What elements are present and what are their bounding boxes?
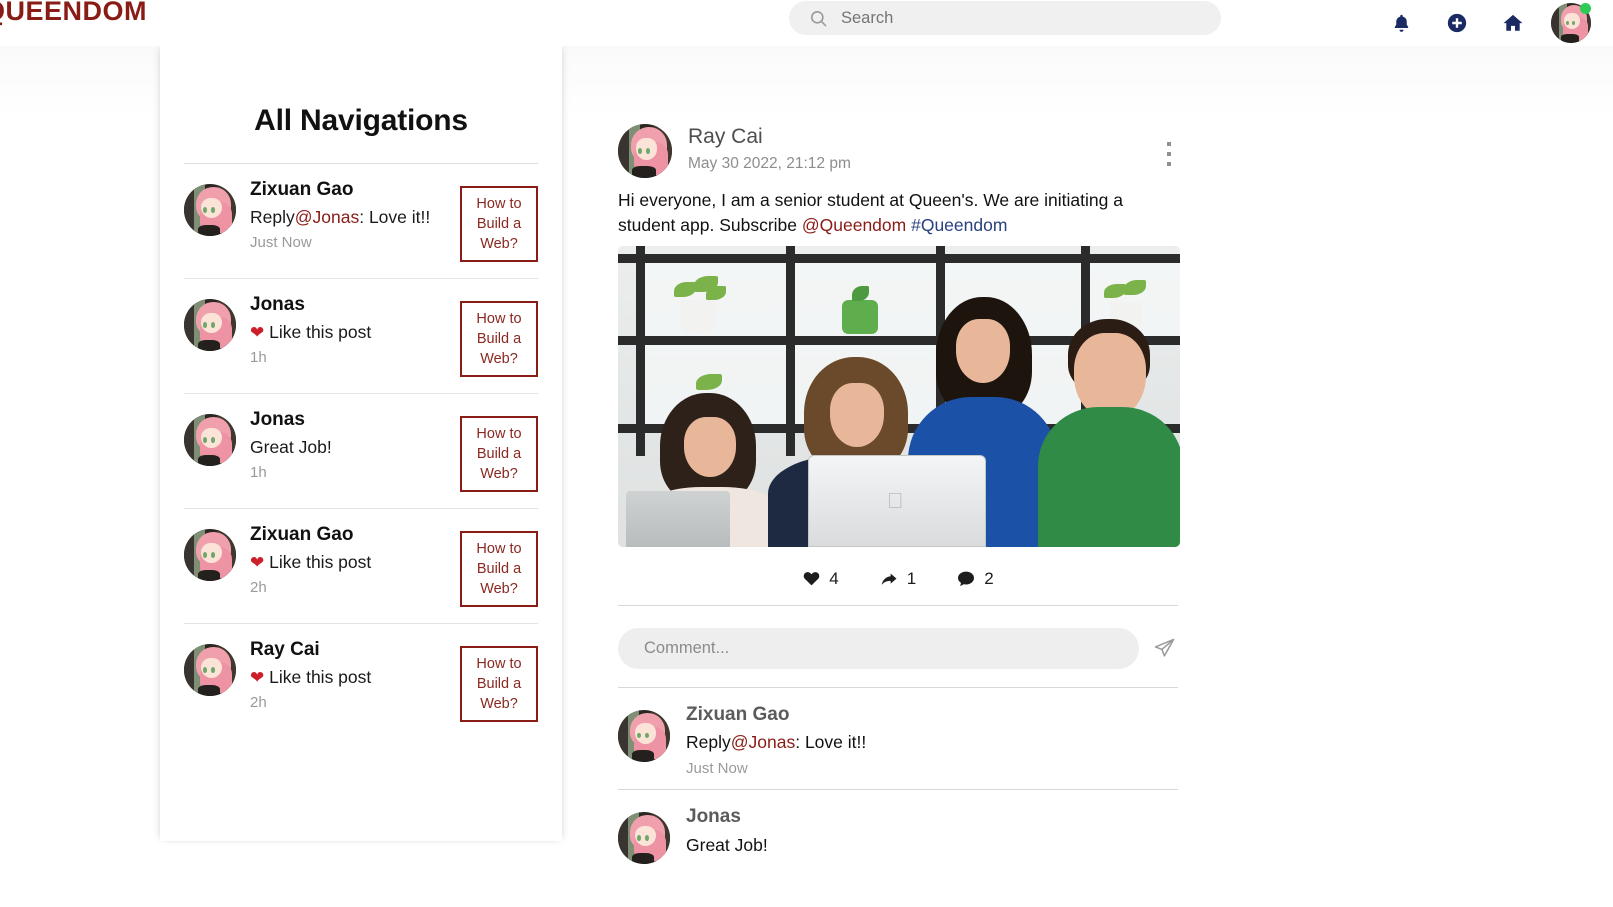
heart-icon: ❤	[250, 667, 265, 687]
apple-logo-icon: 	[887, 489, 907, 514]
top-header: QUEENDOM	[0, 0, 1613, 46]
comment-list: Zixuan Gao Reply@Jonas: Love it!! Just N…	[618, 686, 1180, 876]
navigations-sidebar: All Navigations Zixuan Gao Reply@Jonas: …	[160, 46, 562, 841]
online-status-dot	[1580, 3, 1591, 14]
notification-time: 2h	[250, 579, 267, 597]
comment-bubble-icon	[958, 571, 975, 586]
sidebar-title: All Navigations	[254, 104, 468, 137]
post-title-chip[interactable]: How to Build a Web?	[460, 416, 538, 492]
comment-text: Reply@Jonas: Love it!!	[686, 732, 867, 753]
share-count[interactable]: 1	[879, 569, 916, 589]
app-root: QUEENDOM Search All Navigations Zixuan G…	[0, 0, 1613, 907]
list-item[interactable]: Zixuan Gao ❤ Like this post 2h How to Bu…	[184, 508, 538, 623]
comment-compose-row	[618, 606, 1180, 669]
search-input[interactable]	[841, 8, 1171, 28]
comment-count-value: 2	[984, 568, 994, 588]
post-title-chip[interactable]: How to Build a Web?	[460, 531, 538, 607]
post-author[interactable]: Ray Cai	[688, 124, 851, 150]
home-icon[interactable]	[1485, 3, 1541, 43]
comment-input[interactable]	[618, 627, 1139, 669]
notification-time: Just Now	[250, 234, 312, 252]
notification-time: 2h	[250, 694, 267, 712]
notification-text: ❤ Like this post	[250, 551, 372, 572]
list-item[interactable]: Ray Cai ❤ Like this post 2h How to Build…	[184, 623, 538, 738]
list-item[interactable]: Jonas Great Job!	[618, 789, 1178, 876]
avatar	[184, 299, 236, 351]
notification-author: Ray Cai	[250, 639, 320, 660]
heart-icon	[803, 572, 820, 586]
notification-author: Zixuan Gao	[250, 524, 354, 545]
mention-link[interactable]: @Jonas	[295, 207, 359, 227]
profile-avatar[interactable]	[1551, 3, 1591, 43]
search-bar[interactable]	[789, 1, 1221, 35]
header-nav-icons	[1373, 0, 1613, 46]
post-engagement-bar: 4 1 2	[618, 547, 1178, 606]
post-title-chip[interactable]: How to Build a Web?	[460, 646, 538, 722]
heart-icon: ❤	[250, 322, 265, 342]
list-item[interactable]: Zixuan Gao Reply@Jonas: Love it!! Just N…	[618, 686, 1178, 789]
notification-author: Zixuan Gao	[250, 179, 354, 200]
avatar	[618, 709, 670, 762]
hashtag-link[interactable]: #Queendom	[911, 215, 1007, 235]
mention-link[interactable]: @Jonas	[731, 732, 795, 752]
post-feed: Ray Cai May 30 2022, 21:12 pm Hi everyon…	[618, 46, 1180, 907]
send-paper-plane-icon[interactable]	[1149, 633, 1179, 663]
comment-author: Jonas	[686, 806, 741, 828]
like-count-value: 4	[829, 568, 839, 588]
post-image[interactable]: 	[618, 245, 1180, 547]
post-title-chip[interactable]: How to Build a Web?	[460, 186, 538, 262]
search-icon	[809, 9, 828, 28]
share-count-value: 1	[906, 568, 917, 588]
share-arrow-icon	[881, 573, 897, 585]
notification-author: Jonas	[250, 409, 305, 430]
notification-time: 1h	[250, 464, 267, 482]
notification-author: Jonas	[250, 294, 305, 315]
avatar	[618, 124, 672, 178]
post-timestamp: May 30 2022, 21:12 pm	[688, 155, 851, 173]
post-title-chip[interactable]: How to Build a Web?	[460, 301, 538, 377]
more-options-icon[interactable]	[1158, 142, 1180, 166]
create-post-icon[interactable]	[1429, 3, 1485, 43]
notification-text: Great Job!	[250, 436, 332, 457]
heart-icon: ❤	[250, 552, 265, 572]
comment-text: Great Job!	[686, 834, 768, 855]
comment-count[interactable]: 2	[956, 568, 994, 589]
notification-text: ❤ Like this post	[250, 666, 372, 687]
laptop-large: 	[808, 454, 986, 547]
notification-time: 1h	[250, 349, 267, 367]
comment-author: Zixuan Gao	[686, 703, 790, 725]
list-item[interactable]: Jonas Great Job! 1h How to Build a Web?	[184, 393, 538, 508]
comment-time: Just Now	[686, 760, 748, 778]
laptop-small	[626, 490, 730, 547]
app-logo[interactable]: QUEENDOM	[0, 0, 147, 27]
notifications-bell-icon[interactable]	[1373, 3, 1429, 43]
avatar	[618, 812, 670, 865]
list-item[interactable]: Jonas ❤ Like this post 1h How to Build a…	[184, 278, 538, 393]
list-item[interactable]: Zixuan Gao Reply@Jonas: Love it!! Just N…	[184, 163, 538, 278]
avatar	[184, 184, 236, 236]
notification-list: Zixuan Gao Reply@Jonas: Love it!! Just N…	[184, 163, 538, 738]
like-count[interactable]: 4	[802, 568, 839, 589]
notification-text: ❤ Like this post	[250, 321, 372, 342]
mention-link[interactable]: @Queendom	[802, 215, 906, 235]
notification-text: Reply@Jonas: Love it!!	[250, 206, 431, 227]
avatar	[184, 414, 236, 466]
post-header: Ray Cai May 30 2022, 21:12 pm	[618, 46, 1180, 178]
post-body: Hi everyone, I am a senior student at Qu…	[618, 190, 1123, 235]
avatar	[184, 644, 236, 696]
avatar	[184, 529, 236, 581]
